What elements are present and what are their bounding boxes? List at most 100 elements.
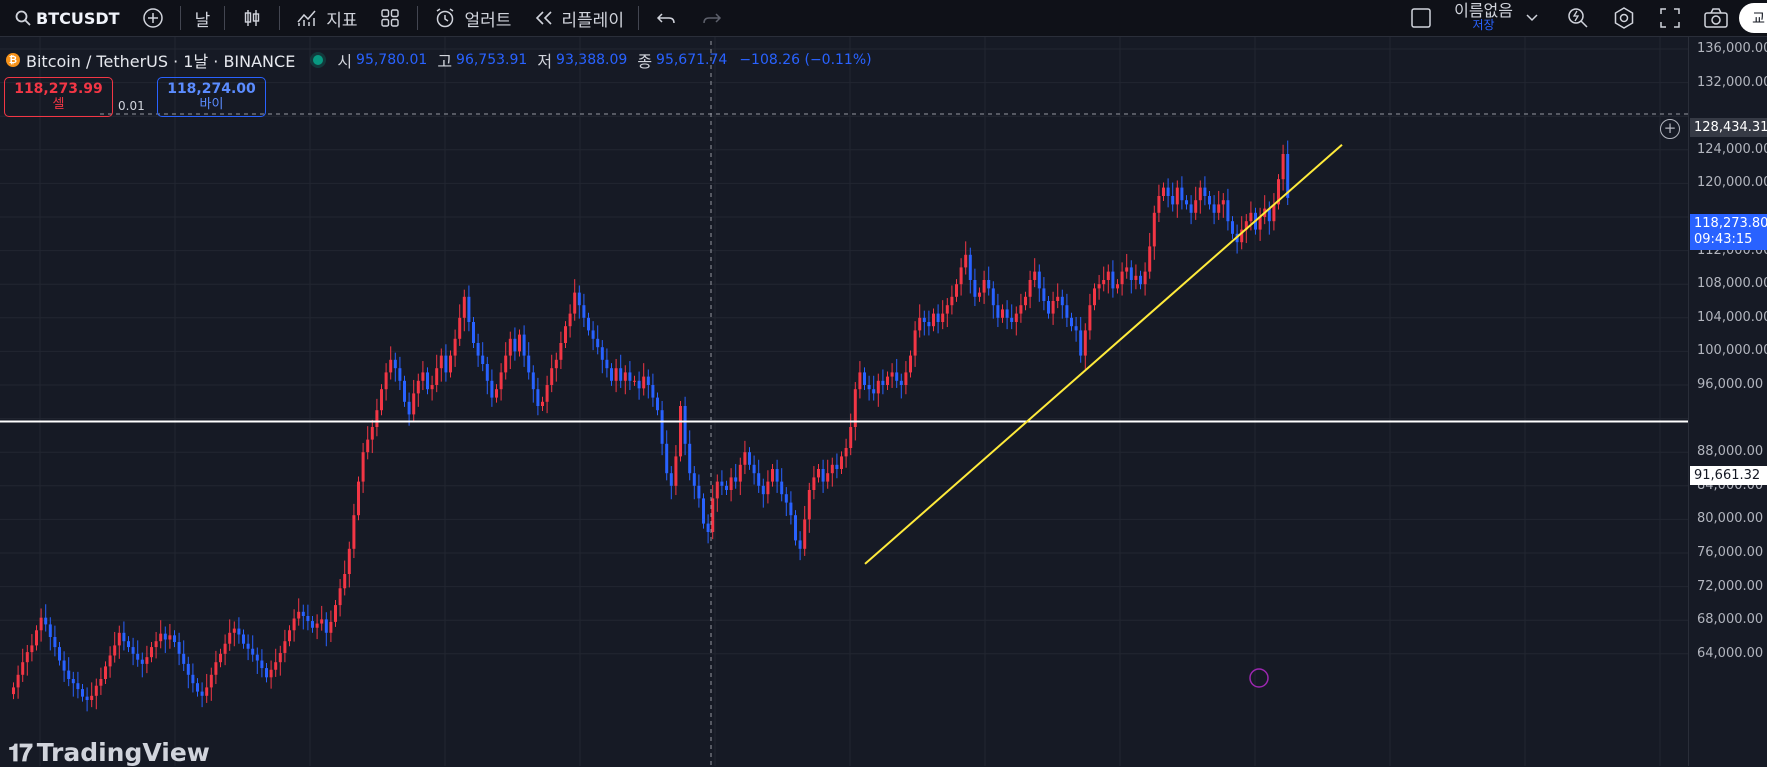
candle <box>1010 304 1014 330</box>
legend-title[interactable]: Bitcoin / TetherUS · 1날 · BINANCE <box>26 48 295 72</box>
candle <box>94 678 98 710</box>
candle-body <box>297 611 301 619</box>
add-alert-plus-icon[interactable]: + <box>1660 119 1680 139</box>
compare-button[interactable] <box>130 0 176 36</box>
candle <box>495 384 498 403</box>
layout-save-status: 저장 <box>1472 18 1495 32</box>
interval-button[interactable]: 날 <box>185 0 221 36</box>
trendline-drawing[interactable] <box>864 144 1343 565</box>
indicators-button[interactable]: 지표 <box>284 0 367 36</box>
candle-body <box>674 456 678 486</box>
candle <box>421 361 425 391</box>
indicators-icon <box>294 5 320 31</box>
redo-button[interactable] <box>689 0 735 36</box>
candle-body <box>430 385 434 390</box>
candle-body <box>209 674 213 688</box>
candle-body <box>568 313 572 327</box>
candle-body <box>766 481 770 495</box>
chart-type-button[interactable] <box>229 0 275 36</box>
candle <box>1019 293 1023 323</box>
candle-body <box>849 427 853 448</box>
candle <box>807 482 811 533</box>
candle <box>228 619 232 651</box>
candle <box>48 617 52 651</box>
candle <box>1277 174 1280 210</box>
candle-body <box>1047 301 1050 314</box>
candle-body <box>1056 296 1060 301</box>
candle-body <box>44 617 48 625</box>
candle-body <box>163 633 167 640</box>
snapshot-button[interactable] <box>1693 0 1739 36</box>
lightning-search-icon <box>1565 5 1591 31</box>
candle-body <box>651 385 655 398</box>
candle <box>269 660 273 689</box>
candle <box>605 348 609 378</box>
price-chart[interactable] <box>0 37 1688 766</box>
quick-search-button[interactable] <box>1555 0 1601 36</box>
candle-body <box>90 695 94 700</box>
candle-body <box>826 473 830 482</box>
candle-body <box>122 632 126 642</box>
lightning-marker-icon[interactable] <box>1249 668 1269 688</box>
tradingview-watermark[interactable]: 𝟏𝟕 TradingView <box>8 738 210 767</box>
candle-body <box>522 334 526 356</box>
settings-button[interactable] <box>1601 0 1647 36</box>
candle-body <box>398 368 402 381</box>
candle <box>1060 289 1064 319</box>
symbol-label: BTCUSDT <box>36 8 120 28</box>
candle <box>936 304 940 334</box>
candle <box>863 367 866 391</box>
candle-body <box>412 393 416 415</box>
publish-button[interactable]: 교 <box>1739 3 1767 33</box>
symbol-search[interactable]: BTCUSDT <box>0 0 130 36</box>
undo-button[interactable] <box>643 0 689 36</box>
candle-body <box>803 519 807 549</box>
candle-body <box>1028 280 1032 297</box>
layout-save-menu[interactable]: 이름없음 저장 <box>1444 0 1555 36</box>
candle-body <box>835 464 839 469</box>
candle <box>978 287 981 302</box>
candle <box>941 300 945 330</box>
candle-body <box>1070 317 1073 327</box>
candle-body <box>702 498 705 524</box>
candle-body <box>734 477 738 482</box>
candle-body <box>665 443 669 474</box>
candle-body <box>237 628 241 635</box>
candle <box>219 648 222 668</box>
fullscreen-button[interactable] <box>1647 0 1693 36</box>
candle-body <box>260 660 264 669</box>
candle <box>242 629 245 649</box>
candle <box>660 400 664 456</box>
candle-body <box>1010 317 1014 322</box>
candle <box>1263 195 1267 225</box>
candle <box>784 487 788 517</box>
layout-templates-button[interactable] <box>367 0 413 36</box>
layout-name: 이름없음 <box>1454 1 1513 20</box>
market-status-icon[interactable] <box>313 55 324 65</box>
candle-body <box>720 481 724 486</box>
candle-body <box>1194 200 1198 213</box>
candle <box>209 667 213 701</box>
buy-button[interactable]: 118,274.00 바이 <box>157 77 266 117</box>
candle <box>173 630 176 648</box>
candle-body <box>927 322 931 327</box>
candle <box>329 610 333 643</box>
price-tick-label: 108,000.00 <box>1697 276 1767 292</box>
price-scale[interactable]: 136,000.00 132,000.00 124,000.00 120,000.00… <box>1688 37 1767 766</box>
replay-button[interactable]: 리플레이 <box>521 0 634 36</box>
candle <box>177 632 181 666</box>
candle-body <box>881 380 885 385</box>
candle-body <box>1198 187 1202 201</box>
layout-toggle-button[interactable] <box>1398 0 1444 36</box>
candle <box>531 365 535 403</box>
sell-button[interactable]: 118,273.99 셀 <box>4 77 113 117</box>
candle <box>283 629 287 663</box>
candle <box>729 468 733 502</box>
candle <box>163 626 167 653</box>
candle-body <box>1171 196 1175 205</box>
candle-body <box>1051 301 1055 314</box>
candle <box>1074 316 1078 342</box>
candle <box>817 463 820 483</box>
candle <box>108 646 112 678</box>
alert-button[interactable]: 얼러트 <box>422 0 521 36</box>
